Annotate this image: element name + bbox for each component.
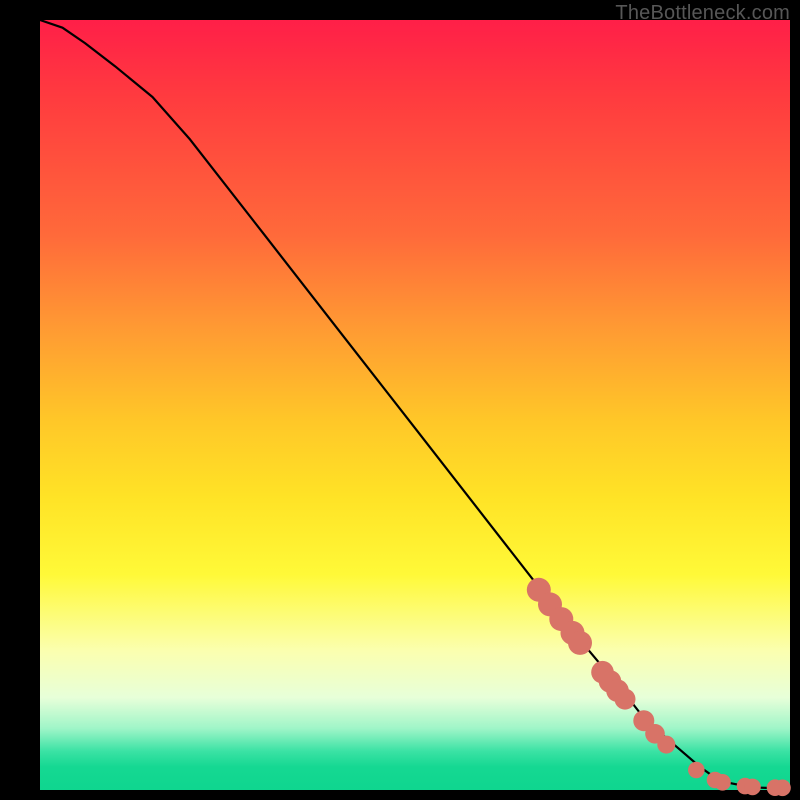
- chart-overlay: [40, 20, 790, 790]
- data-marker: [688, 762, 705, 779]
- marker-layer: [527, 578, 791, 796]
- data-marker: [714, 774, 731, 791]
- data-marker: [657, 736, 675, 754]
- data-marker: [615, 689, 636, 710]
- plot-area: [40, 20, 790, 790]
- bottleneck-curve: [40, 20, 790, 788]
- chart-container: TheBottleneck.com: [0, 0, 800, 800]
- data-marker: [568, 631, 592, 655]
- data-marker: [774, 780, 791, 797]
- data-marker: [744, 779, 761, 796]
